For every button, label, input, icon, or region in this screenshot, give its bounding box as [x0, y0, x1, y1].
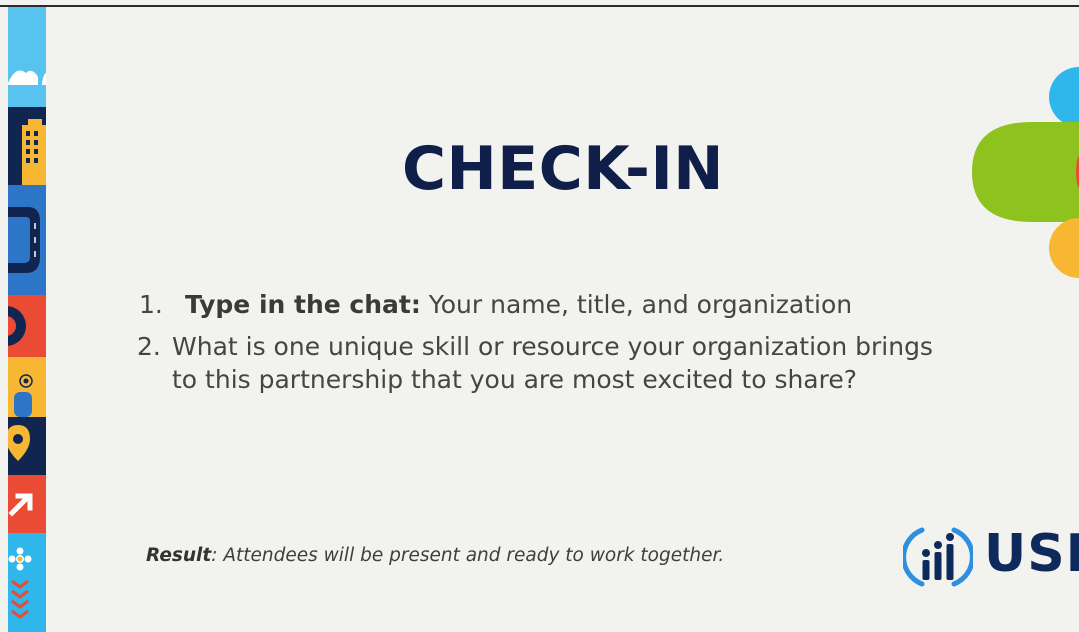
- list-item-number: 1.: [139, 290, 163, 319]
- list-item-number: 2.: [137, 332, 161, 361]
- slide: CHECK-IN 1. Type in the chat: Your name, …: [0, 0, 1079, 632]
- check-in-list: 1. Type in the chat: Your name, title, an…: [137, 288, 937, 396]
- result-label: Result: [146, 545, 212, 566]
- decorative-left-strip: [8, 7, 46, 632]
- list-item-text: What is one unique skill or resource you…: [172, 332, 933, 394]
- usi-logo: USI: [903, 522, 1079, 592]
- usi-logo-icon: [903, 527, 973, 587]
- result-note: Result: Attendees will be present and re…: [146, 545, 724, 566]
- result-text: : Attendees will be present and ready to…: [211, 545, 725, 566]
- top-divider: [0, 5, 1079, 7]
- list-item-lead: Type in the chat:: [185, 290, 421, 319]
- list-item: 1. Type in the chat: Your name, title, an…: [137, 288, 937, 321]
- list-item: 2. What is one unique skill or resource y…: [137, 330, 962, 396]
- usi-logo-text: USI: [984, 524, 1079, 584]
- slide-title: CHECK-IN: [402, 134, 724, 204]
- list-item-text: Your name, title, and organization: [420, 290, 853, 319]
